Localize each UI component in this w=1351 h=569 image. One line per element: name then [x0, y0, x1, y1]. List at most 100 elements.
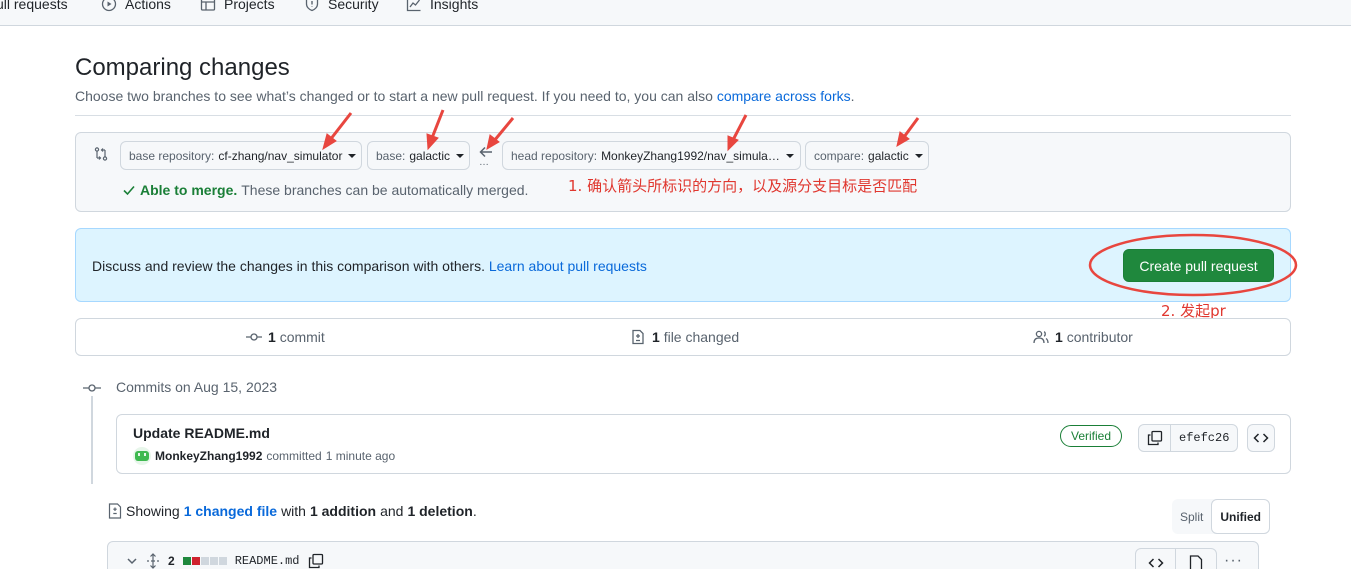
nav-projects[interactable]: Projects [200, 0, 275, 13]
display-rich-button[interactable] [1176, 549, 1216, 569]
page-subtitle: Choose two branches to see what’s change… [75, 88, 855, 104]
unfold-icon[interactable] [146, 553, 160, 569]
comparison-stats: 1 commit 1 file changed 1 contributor [75, 318, 1291, 356]
commits-label: commit [279, 329, 325, 345]
head-repository-select[interactable]: head repository: MonkeyZhang1992/nav_simu… [502, 141, 801, 170]
diff-deletions: 1 deletion [407, 503, 473, 519]
unified-view-button[interactable]: Unified [1211, 499, 1271, 534]
copy-sha-button[interactable] [1139, 425, 1171, 451]
caret-down-icon [348, 153, 357, 158]
compare-across-forks-link[interactable]: compare across forks [717, 88, 851, 104]
commit-sha-group: efefc26 [1138, 424, 1239, 452]
nav-item-label: Actions [125, 0, 171, 12]
learn-pull-requests-link[interactable]: Learn about pull requests [489, 258, 647, 274]
select-label: head repository: [511, 148, 598, 163]
base-repository-select[interactable]: base repository: cf-zhang/nav_simulator [120, 141, 362, 170]
select-label: base: [376, 148, 406, 163]
file-header: 2 README.md ··· [107, 541, 1259, 569]
commit-meta: MonkeyZhang1992 committed 1 minute ago [133, 447, 395, 465]
commits-tab[interactable]: 1 commit [246, 329, 325, 345]
avatar[interactable] [133, 447, 151, 465]
select-value: galactic [868, 148, 909, 163]
code-icon [1253, 433, 1269, 443]
files-count: 1 [652, 329, 660, 345]
contributors-label: contributor [1066, 329, 1133, 345]
nav-item-label: ull requests [0, 0, 68, 12]
split-view-button[interactable]: Split [1172, 499, 1211, 534]
nav-item-label: Projects [224, 0, 275, 12]
nav-item-label: Security [328, 0, 379, 12]
git-commit-icon [246, 333, 262, 341]
flash-text: Discuss and review the changes in this c… [92, 258, 647, 274]
compare-branch-select[interactable]: compare: galactic [805, 141, 929, 170]
nav-item-label: Insights [430, 0, 479, 12]
flash-message: Discuss and review the changes in this c… [92, 258, 485, 274]
diff-with: with [281, 503, 306, 519]
identicon-icon [135, 451, 149, 461]
file-change-count: 2 [168, 554, 175, 568]
diff-summary: Showing 1 changed file with 1 addition a… [108, 503, 477, 519]
base-branch-select[interactable]: base: galactic [367, 141, 470, 170]
merge-status-label: Able to merge. [140, 182, 238, 198]
code-icon [1147, 558, 1164, 568]
copy-icon[interactable] [308, 553, 324, 569]
nav-insights[interactable]: Insights [406, 0, 478, 13]
git-commit-icon [83, 380, 101, 396]
file-view-toggle [1135, 548, 1217, 569]
files-label: file changed [663, 329, 740, 345]
ellipsis: … [479, 157, 490, 168]
git-compare-icon [94, 147, 108, 161]
repo-nav: ull requests Actions Projects Security I… [0, 0, 1351, 26]
commits-date-heading: Commits on Aug 15, 2023 [116, 379, 278, 395]
file-icon [1189, 555, 1203, 569]
people-icon [1033, 330, 1049, 344]
display-source-button[interactable] [1136, 549, 1176, 569]
merge-status: Able to merge. These branches can be aut… [122, 182, 528, 198]
chevron-down-icon[interactable] [126, 555, 138, 567]
caret-down-icon [914, 153, 923, 158]
annotation-note-1: 1. 确认箭头所标识的方向，以及源分支目标是否匹配 [568, 177, 918, 195]
select-value: galactic [409, 148, 451, 163]
copy-icon [1147, 430, 1162, 446]
file-diff-icon [632, 329, 644, 345]
timeline-line [91, 396, 93, 484]
shield-icon [305, 0, 319, 12]
browse-code-button[interactable] [1247, 424, 1275, 452]
commit-sha-link[interactable]: efefc26 [1171, 425, 1237, 451]
diff-and: and [380, 503, 404, 519]
diff-view-toggle: Split Unified [1172, 499, 1271, 534]
file-header-info: 2 README.md [126, 553, 324, 569]
select-label: base repository: [129, 148, 215, 163]
create-pull-request-button[interactable]: Create pull request [1123, 249, 1274, 282]
file-name-link[interactable]: README.md [235, 554, 300, 568]
play-icon [101, 0, 117, 12]
kebab-menu-icon[interactable]: ··· [1224, 552, 1243, 569]
files-changed-tab[interactable]: 1 file changed [630, 329, 739, 345]
contributors-count: 1 [1055, 329, 1063, 345]
merge-status-desc: These branches can be automatically merg… [241, 182, 529, 198]
commit-title-link[interactable]: Update README.md [133, 425, 270, 441]
subtitle-text: Choose two branches to see what’s change… [75, 88, 713, 104]
page-title: Comparing changes [75, 54, 290, 81]
contributors-tab[interactable]: 1 contributor [1033, 329, 1133, 345]
select-value: MonkeyZhang1992/nav_simula… [601, 148, 780, 163]
commit-item: Update README.md MonkeyZhang1992 committ… [116, 414, 1291, 474]
divider [75, 115, 1291, 116]
check-icon [123, 185, 135, 196]
nav-security[interactable]: Security [304, 0, 379, 13]
commit-action: committed [266, 449, 322, 463]
diff-additions: 1 addition [309, 503, 377, 519]
nav-actions[interactable]: Actions [101, 0, 171, 13]
commit-time: 1 minute ago [325, 449, 396, 463]
table-icon [200, 0, 216, 11]
graph-icon [406, 0, 421, 12]
select-value: cf-zhang/nav_simulator [218, 148, 343, 163]
caret-down-icon [456, 153, 465, 158]
changed-files-link[interactable]: 1 changed file [184, 503, 277, 519]
diffstat-bar [182, 557, 227, 565]
commit-author-link[interactable]: MonkeyZhang1992 [155, 449, 262, 463]
verified-badge[interactable]: Verified [1060, 425, 1123, 447]
caret-down-icon [785, 153, 794, 158]
select-label: compare: [814, 148, 865, 163]
nav-pull-requests[interactable]: ull requests [0, 0, 68, 13]
